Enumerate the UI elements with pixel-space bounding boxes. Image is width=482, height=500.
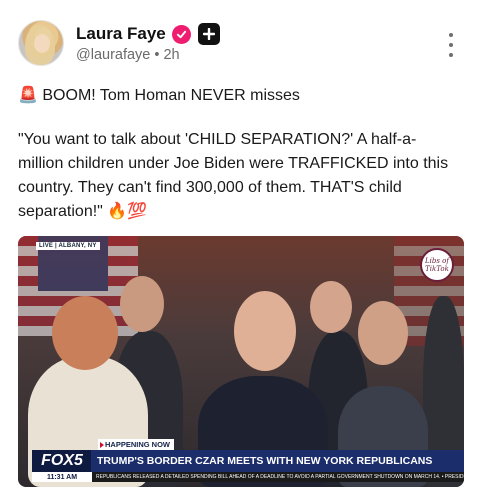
author-row: Laura Faye: [76, 23, 220, 45]
display-name[interactable]: Laura Faye: [76, 24, 166, 44]
head-right: [358, 301, 408, 365]
more-options-button[interactable]: [443, 33, 459, 57]
handle[interactable]: @laurafaye: [76, 47, 150, 63]
live-location-tag: LIVE | ALBANY, NY: [36, 242, 100, 250]
video-thumbnail[interactable]: LIVE | ALBANY, NY Libs of TikTok HAPPENI…: [18, 236, 464, 487]
more-icon: [449, 33, 453, 37]
head-left-woman: [52, 296, 118, 370]
meta-separator: •: [154, 47, 160, 63]
news-ticker: REPUBLICANS RELEASED A DETAILED SPENDING…: [92, 472, 464, 482]
head-back-left: [120, 276, 164, 332]
network-logo: FOX5: [32, 450, 92, 472]
post-quote: "You want to talk about 'CHILD SEPARATIO…: [18, 128, 458, 224]
avatar-face: [34, 34, 50, 53]
watermark-logo: Libs of TikTok: [420, 248, 454, 282]
post-card: Laura Faye @laurafaye • 2h 🚨 BOOM! Tom H…: [0, 0, 482, 500]
broadcast-time: 11:31 AM: [32, 472, 92, 482]
head-back-right: [310, 281, 352, 333]
speaker-head: [234, 291, 296, 371]
post-headline: BOOM! Tom Homan NEVER misses: [42, 87, 300, 104]
author-meta: @laurafaye • 2h: [76, 47, 180, 63]
happening-now-label: HAPPENING NOW: [98, 439, 175, 450]
trailing-emojis: 🔥💯: [107, 203, 148, 220]
plus-icon[interactable]: [197, 23, 220, 45]
post-time: 2h: [163, 47, 180, 63]
verified-icon: [171, 24, 191, 44]
chyron-headline: TRUMP'S BORDER CZAR MEETS WITH NEW YORK …: [91, 450, 464, 472]
post-text-line1: 🚨 BOOM! Tom Homan NEVER misses: [18, 84, 458, 108]
quote-text: "You want to talk about 'CHILD SEPARATIO…: [18, 131, 449, 220]
siren-emoji: 🚨: [18, 87, 38, 104]
avatar[interactable]: [18, 20, 64, 66]
